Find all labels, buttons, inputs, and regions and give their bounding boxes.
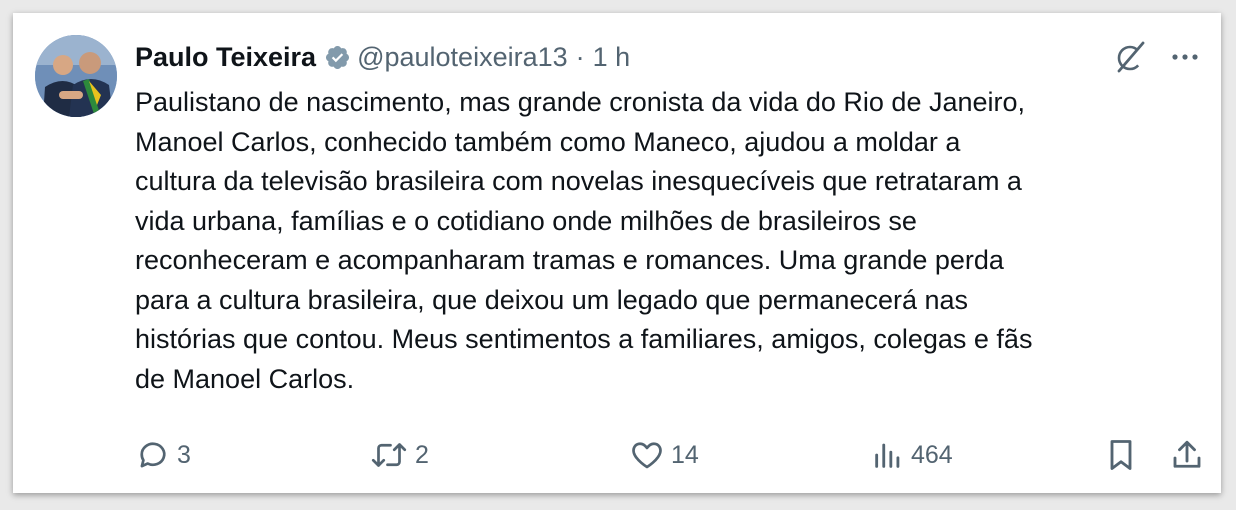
bookmark-button[interactable] (1105, 437, 1137, 473)
repost-count: 2 (415, 440, 429, 469)
like-count: 14 (671, 440, 699, 469)
post-card[interactable]: Paulo Teixeira @pauloteixeira13 · 1 h Pa… (13, 13, 1221, 493)
post-text-line: reconheceram e acompanharam tramas e rom… (135, 245, 1004, 275)
share-button[interactable] (1169, 437, 1205, 473)
post-text-line: vida urbana, famílias e o cotidiano onde… (135, 205, 917, 236)
avatar[interactable] (35, 35, 117, 117)
post-timestamp[interactable]: 1 h (593, 42, 631, 73)
more-options-icon[interactable] (1171, 52, 1199, 62)
post-text-line: Manoel Carlos, conhecido também como Man… (135, 126, 961, 157)
repost-button[interactable]: 2 (369, 437, 429, 473)
share-icon (1173, 440, 1201, 468)
author-name[interactable]: Paulo Teixeira (135, 42, 316, 73)
views-count: 464 (911, 440, 953, 469)
verified-badge-icon (324, 44, 351, 71)
repost-icon (371, 443, 407, 467)
reply-count: 3 (177, 440, 191, 469)
author-handle[interactable]: @pauloteixeira13 (357, 42, 568, 73)
views-button[interactable]: 464 (871, 437, 953, 473)
post-text-line: de Manoel Carlos. (135, 363, 355, 394)
post-text-line: Paulistano de nascimento, mas grande cro… (135, 87, 1026, 117)
like-button[interactable]: 14 (629, 437, 699, 473)
post-top-actions (1113, 39, 1199, 75)
post-text-line: cultura da televisão brasileira com nove… (135, 166, 1022, 196)
post-text-line: histórias que contou. Meus sentimentos a… (135, 324, 1033, 354)
heart-icon (632, 442, 662, 469)
reply-icon (140, 442, 166, 468)
grok-icon[interactable] (1113, 39, 1149, 75)
analytics-icon (875, 443, 900, 468)
post-text-line: para a cultura brasileira, que deixou um… (135, 284, 969, 315)
post-text: Paulistano de nascimento, mas grande cro… (135, 83, 1195, 399)
post-header: Paulo Teixeira @pauloteixeira13 · 1 h (135, 37, 630, 77)
action-bar: 3 2 14 464 (135, 437, 1205, 477)
reply-button[interactable]: 3 (135, 437, 191, 473)
separator-dot: · (575, 41, 585, 72)
bookmark-icon (1110, 440, 1132, 470)
